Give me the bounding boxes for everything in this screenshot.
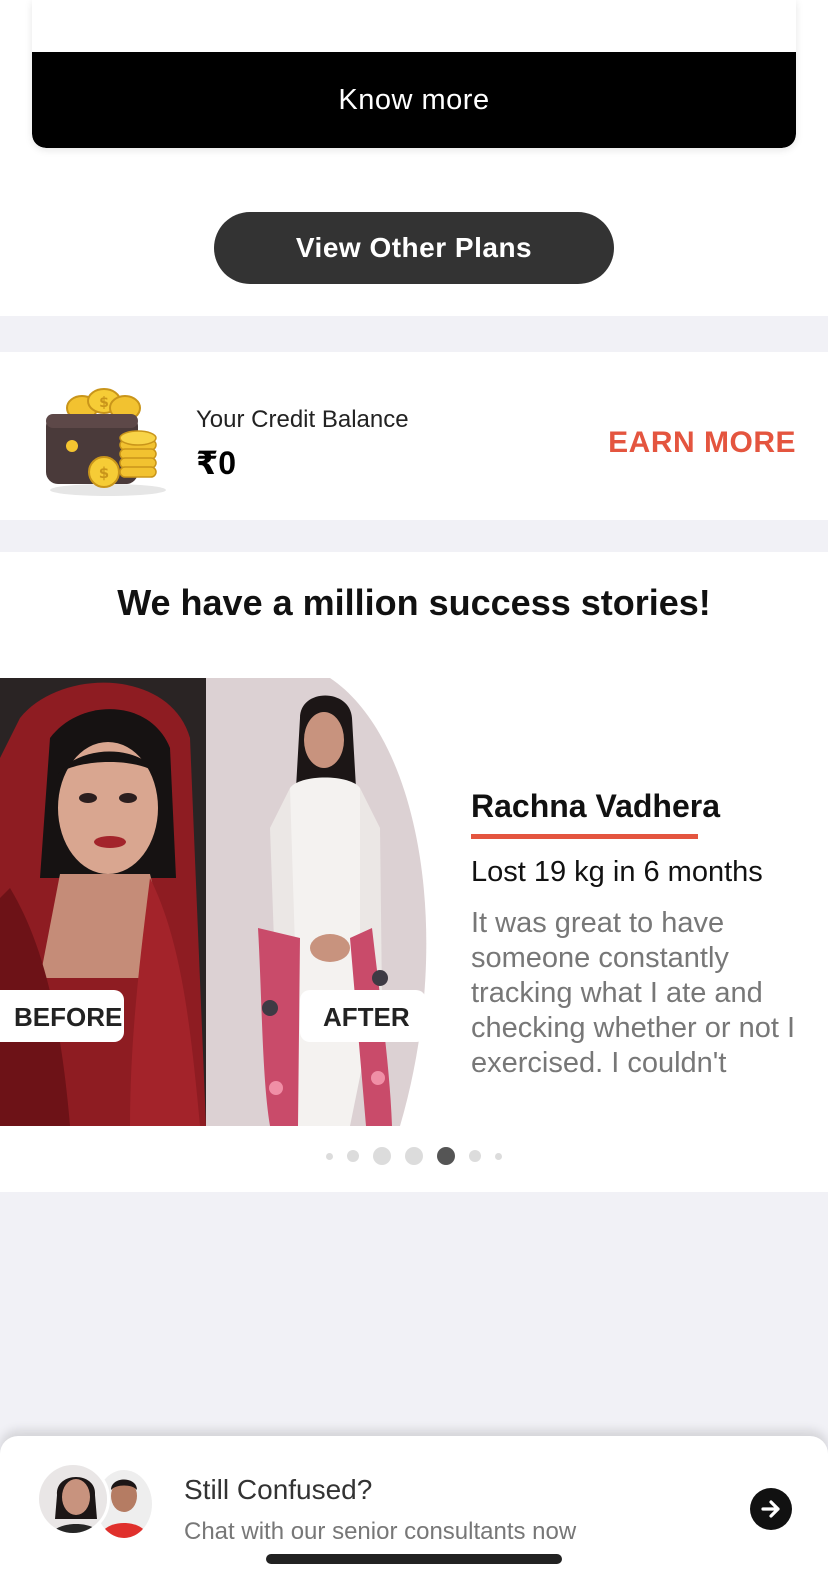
success-stories-title: We have a million success stories!: [117, 582, 711, 623]
earn-more-link[interactable]: EARN MORE: [608, 426, 796, 460]
plan-section: Know more View Other Plans: [0, 0, 828, 316]
chat-subtitle: Chat with our senior consultants now: [184, 1518, 577, 1545]
credit-balance-label: Your Credit Balance: [196, 406, 409, 433]
pagination-dot[interactable]: [347, 1150, 359, 1162]
story-quote: It was great to have someone constantly …: [471, 907, 796, 1079]
pagination-dot[interactable]: [373, 1147, 391, 1165]
before-label: BEFORE: [14, 1002, 123, 1032]
story-person-name: Rachna Vadhera: [471, 788, 720, 824]
wallet-coins-icon: $ $: [46, 388, 166, 496]
before-after-photo[interactable]: BEFORE AFTER: [0, 678, 440, 1126]
view-other-plans-button[interactable]: View Other Plans: [214, 212, 614, 284]
credit-balance-amount: ₹0: [196, 445, 237, 481]
pagination-dot[interactable]: [469, 1150, 481, 1162]
know-more-button[interactable]: Know more: [32, 52, 796, 148]
pagination-dot[interactable]: [326, 1152, 333, 1160]
arrow-right-icon[interactable]: [750, 1488, 792, 1530]
name-underline: [471, 834, 698, 839]
pagination-dot[interactable]: [495, 1152, 502, 1160]
home-indicator: [266, 1554, 562, 1564]
carousel-pagination[interactable]: [0, 1144, 828, 1168]
svg-text:$: $: [99, 464, 109, 482]
chat-title: Still Confused?: [184, 1474, 373, 1505]
story-result: Lost 19 kg in 6 months: [471, 856, 763, 888]
consultant-avatar-female: [36, 1462, 110, 1536]
svg-text:$: $: [99, 395, 109, 411]
pagination-dot[interactable]: [405, 1147, 423, 1165]
success-stories-section: We have a million success stories! BEFOR…: [0, 552, 828, 1192]
pagination-dot-active[interactable]: [437, 1147, 455, 1165]
after-label: AFTER: [323, 1002, 410, 1032]
plan-card: Know more: [32, 0, 796, 148]
